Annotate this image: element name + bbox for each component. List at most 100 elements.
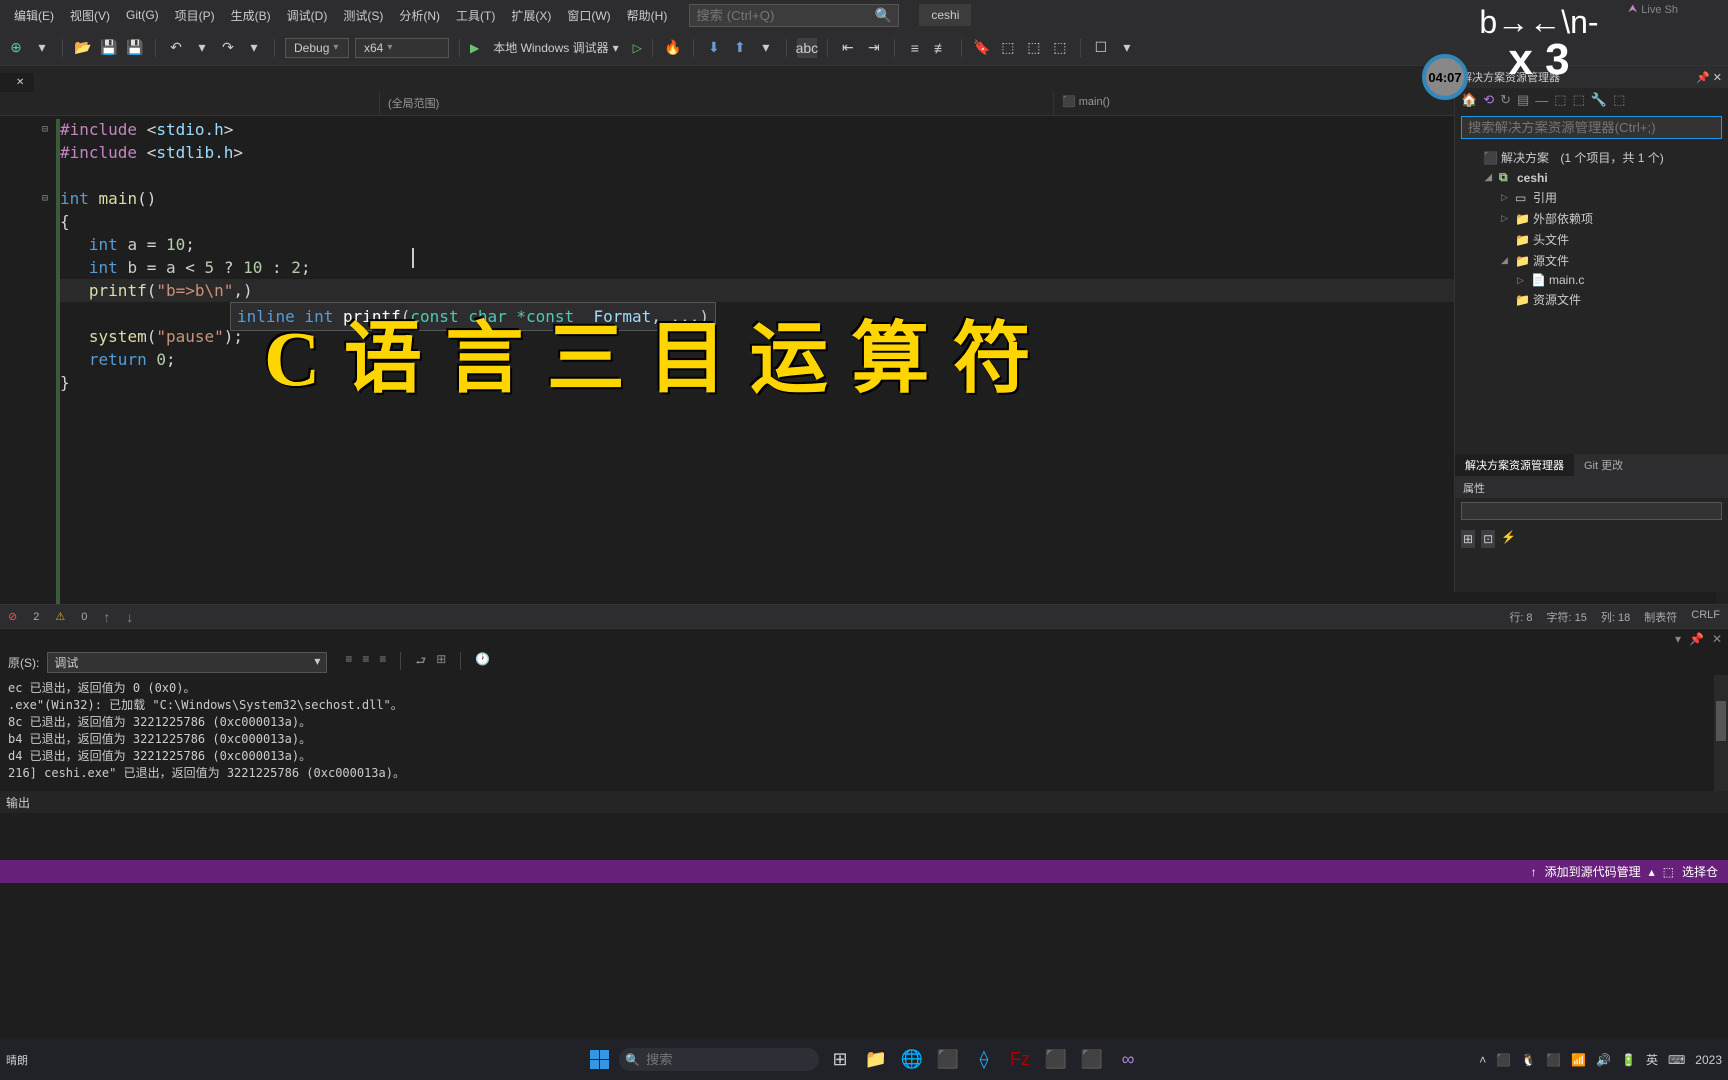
vscode-icon[interactable]: ⟠: [969, 1045, 999, 1075]
play-icon[interactable]: ▶: [470, 41, 479, 55]
weather-widget[interactable]: 晴朗: [6, 1052, 28, 1068]
step-out-icon[interactable]: ▾: [756, 38, 776, 58]
solution-search[interactable]: [1461, 116, 1722, 139]
next-error-icon[interactable]: ↓: [126, 609, 133, 625]
nav-project-dd[interactable]: [0, 92, 380, 115]
home-icon[interactable]: 🏠: [1461, 92, 1477, 108]
step-into-icon[interactable]: ⬇: [704, 38, 724, 58]
tray-up-icon[interactable]: ˄: [1479, 1053, 1486, 1067]
error-icon[interactable]: ⊘: [8, 610, 17, 623]
panel-close-icon[interactable]: ✕: [1712, 632, 1722, 646]
explorer-icon[interactable]: 📁: [861, 1045, 891, 1075]
bm-prev-icon[interactable]: ⬚: [998, 38, 1018, 58]
app3-icon[interactable]: ⬛: [1041, 1045, 1071, 1075]
nav-back-icon[interactable]: ⊕: [6, 38, 26, 58]
tab-solution-explorer[interactable]: 解决方案资源管理器: [1455, 454, 1574, 476]
toggle2-icon[interactable]: ≡: [379, 652, 386, 673]
tree-external[interactable]: ▷📁外部依赖项: [1455, 208, 1728, 229]
categorize-icon[interactable]: ⊞: [1461, 530, 1475, 548]
status-line[interactable]: 行: 8: [1509, 609, 1532, 625]
tree-root[interactable]: ⬛解决方案 (1 个项目，共 1 个): [1455, 147, 1728, 168]
menu-window[interactable]: 窗口(W): [559, 3, 618, 28]
tray-app1-icon[interactable]: ⬛: [1496, 1053, 1511, 1067]
search-box[interactable]: 🔍: [689, 4, 899, 27]
run-button[interactable]: 本地 Windows 调试器▾: [485, 37, 626, 58]
menu-ext[interactable]: 扩展(X): [503, 3, 559, 28]
output-source-dd[interactable]: 调试▾: [47, 652, 327, 673]
redo-icon[interactable]: ↷: [218, 38, 238, 58]
uncomment-icon[interactable]: ≢: [931, 38, 951, 58]
battery-icon[interactable]: 🔋: [1621, 1053, 1636, 1067]
events-icon[interactable]: ⚡: [1501, 530, 1516, 548]
tray-app3-icon[interactable]: ⬛: [1546, 1053, 1561, 1067]
redo-dd-icon[interactable]: ▾: [244, 38, 264, 58]
toggle-icon[interactable]: ≡: [362, 652, 369, 673]
open-icon[interactable]: 📂: [73, 38, 93, 58]
tree-project[interactable]: ◢⧉ceshi: [1455, 168, 1728, 187]
menu-debug[interactable]: 调试(D): [279, 3, 336, 28]
sync-icon[interactable]: ⟲: [1483, 92, 1494, 108]
scm-up-icon[interactable]: ↑: [1531, 865, 1537, 879]
menu-analyze[interactable]: 分析(N): [391, 3, 448, 28]
clear-icon[interactable]: ≡: [345, 652, 352, 673]
app1-icon[interactable]: ⬛: [933, 1045, 963, 1075]
save-all-icon[interactable]: 💾: [125, 38, 145, 58]
output-log[interactable]: ec 已退出，返回值为 0 (0x0)。 .exe"(Win32): 已加载 "…: [0, 675, 1728, 791]
status-col[interactable]: 列: 18: [1601, 609, 1630, 625]
refresh-icon[interactable]: ↻: [1500, 92, 1511, 108]
indent-left-icon[interactable]: ⇤: [838, 38, 858, 58]
close-icon[interactable]: ✕: [1713, 72, 1722, 84]
scm-select[interactable]: 选择仓: [1682, 863, 1718, 880]
bm-next-icon[interactable]: ⬚: [1024, 38, 1044, 58]
user-badge[interactable]: ceshi: [919, 4, 971, 26]
wrench-icon[interactable]: 🔧: [1591, 92, 1607, 108]
bookmark-icon[interactable]: 🔖: [972, 38, 992, 58]
word-icon[interactable]: ⊞: [436, 652, 446, 673]
tree-resources[interactable]: 📁资源文件: [1455, 289, 1728, 310]
warning-icon[interactable]: ⚠: [55, 610, 65, 623]
tree-mainc[interactable]: ▷📄main.c: [1455, 271, 1728, 289]
undo-icon[interactable]: ↶: [166, 38, 186, 58]
ime-icon[interactable]: 英: [1646, 1051, 1658, 1068]
edge-icon[interactable]: 🌐: [897, 1045, 927, 1075]
compare-icon[interactable]: ☐: [1091, 38, 1111, 58]
menu-help[interactable]: 帮助(H): [619, 3, 676, 28]
output-scrollbar[interactable]: [1714, 675, 1728, 791]
config-combo[interactable]: Debug: [285, 38, 349, 58]
status-tab[interactable]: 制表符: [1644, 609, 1677, 625]
file-tab[interactable]: ✕: [0, 73, 34, 92]
prev-error-icon[interactable]: ↑: [103, 609, 110, 625]
menu-build[interactable]: 生成(B): [223, 3, 279, 28]
play-noattach-icon[interactable]: ▷: [633, 41, 642, 55]
fold-icon[interactable]: ⊟: [34, 118, 56, 141]
step-over-icon[interactable]: ⬆: [730, 38, 750, 58]
menu-project[interactable]: 项目(P): [167, 3, 223, 28]
visualstudio-icon[interactable]: ∞: [1113, 1045, 1143, 1075]
task-view-icon[interactable]: ⊞: [825, 1045, 855, 1075]
toolbar-overflow-icon[interactable]: ▾: [1117, 38, 1137, 58]
taskbar-search[interactable]: 🔍: [619, 1048, 819, 1071]
volume-icon[interactable]: 🔊: [1596, 1053, 1611, 1067]
clock-icon[interactable]: 🕐: [475, 652, 490, 673]
alpha-icon[interactable]: ⊡: [1481, 530, 1495, 548]
status-eol[interactable]: CRLF: [1691, 609, 1720, 625]
system-tray[interactable]: ˄ ⬛ 🐧 ⬛ 📶 🔊 🔋 英 ⌨ 2023: [1479, 1051, 1722, 1068]
menu-git[interactable]: Git(G): [118, 4, 167, 26]
repo-icon[interactable]: ⬚: [1663, 865, 1674, 879]
filezilla-icon[interactable]: Fz: [1005, 1045, 1035, 1075]
start-button[interactable]: [585, 1046, 613, 1074]
hot-reload-icon[interactable]: 🔥: [663, 38, 683, 58]
panel-pin-icon[interactable]: 📌: [1689, 632, 1704, 646]
input-mode-icon[interactable]: ⌨: [1668, 1053, 1685, 1067]
nav-scope-dd[interactable]: (全局范围): [380, 92, 1054, 115]
bm-clear-icon[interactable]: ⬚: [1050, 38, 1070, 58]
menu-view[interactable]: 视图(V): [62, 3, 118, 28]
menu-test[interactable]: 测试(S): [335, 3, 391, 28]
status-char[interactable]: 字符: 15: [1547, 609, 1587, 625]
clock[interactable]: 2023: [1695, 1053, 1722, 1067]
taskbar-search-input[interactable]: [646, 1052, 809, 1067]
save-icon[interactable]: 💾: [99, 38, 119, 58]
filter-icon[interactable]: ▤: [1517, 92, 1529, 108]
comment-icon[interactable]: ≡: [905, 38, 925, 58]
platform-combo[interactable]: x64: [355, 38, 449, 58]
